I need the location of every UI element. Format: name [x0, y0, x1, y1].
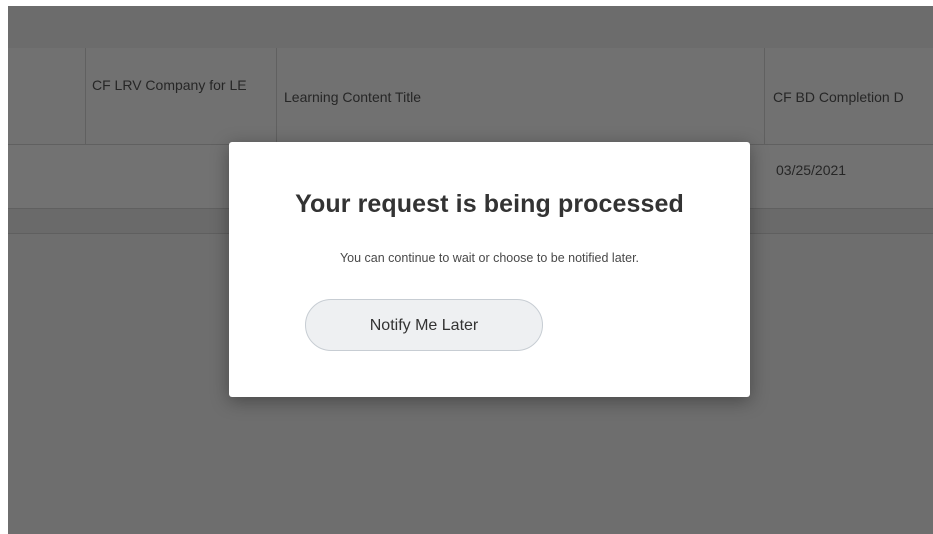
- grid-header-row: CF LRV Company for LE Learning Content T…: [8, 48, 933, 208]
- column-header-cf-bd-completion[interactable]: CF BD Completion D: [773, 88, 933, 106]
- dialog-title: Your request is being processed: [295, 190, 684, 218]
- processing-dialog: Your request is being processed You can …: [229, 142, 750, 397]
- dialog-message: You can continue to wait or choose to be…: [339, 251, 640, 265]
- notify-me-later-button[interactable]: Notify Me Later: [305, 299, 543, 351]
- table-cell-completion-date: 03/25/2021: [776, 162, 847, 178]
- top-toolbar-area: [8, 6, 933, 49]
- column-header-cf-lrv-company[interactable]: CF LRV Company for LE: [92, 76, 267, 94]
- column-header-learning-content-title[interactable]: Learning Content Title: [284, 88, 744, 106]
- page-backdrop: CF LRV Company for LE Learning Content T…: [8, 6, 933, 534]
